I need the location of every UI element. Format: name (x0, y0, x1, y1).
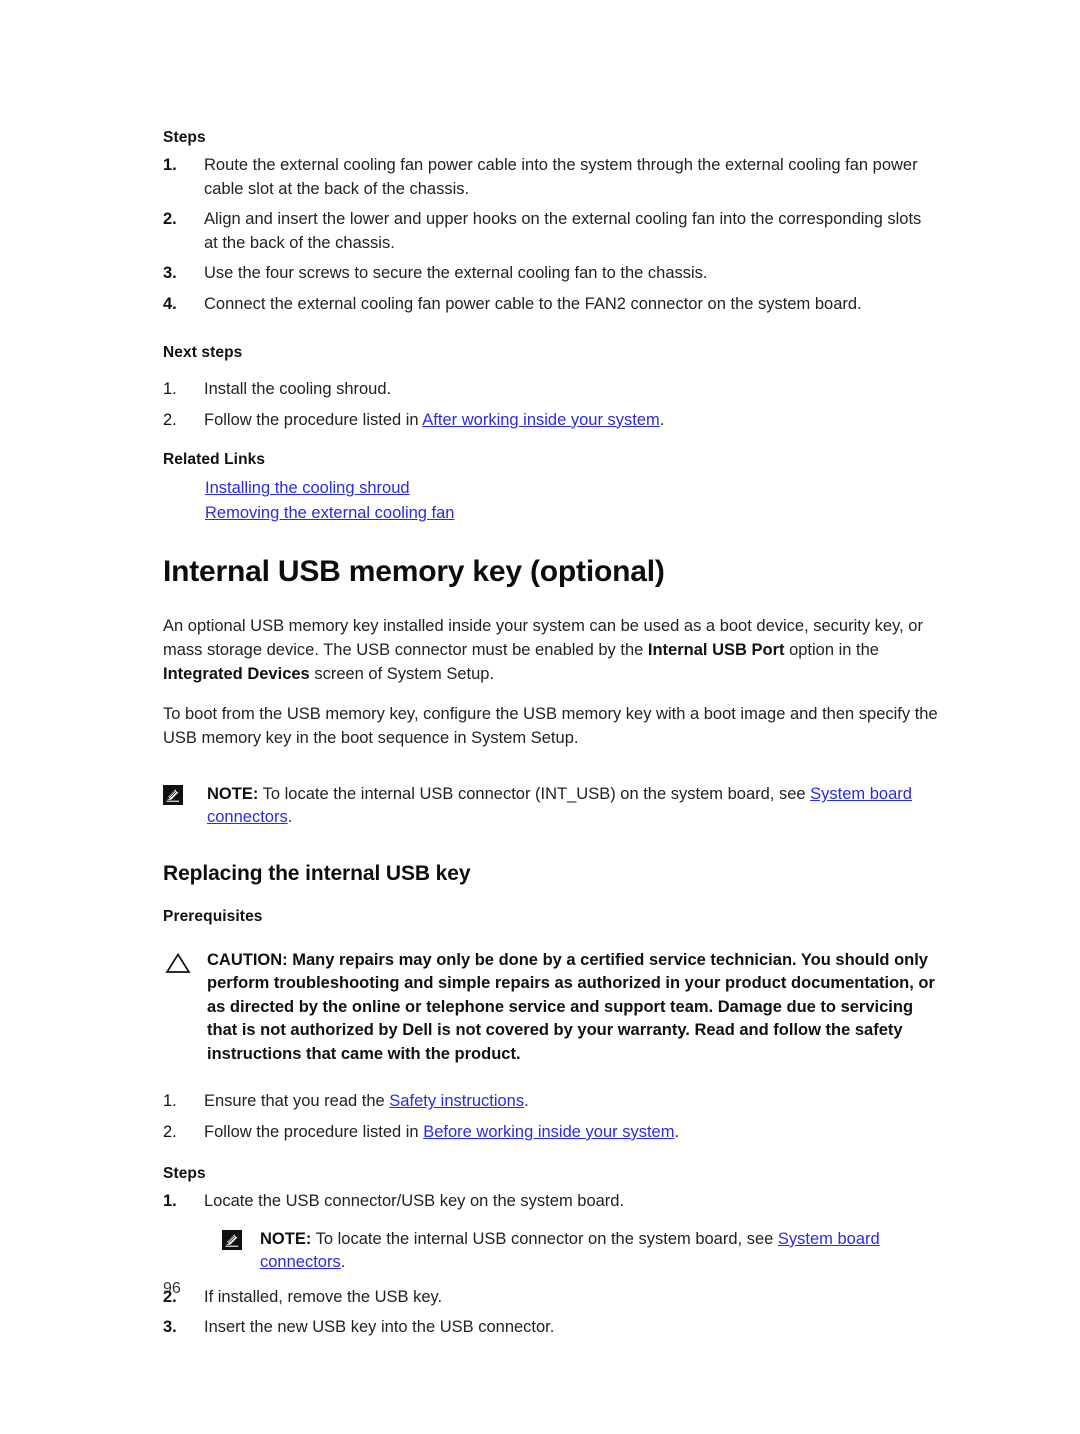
caution-callout: CAUTION: Many repairs may only be done b… (163, 949, 938, 1067)
document-page: Steps 1. Route the external cooling fan … (0, 0, 1080, 1434)
list-item: 2. Follow the procedure listed in Before… (163, 1121, 938, 1145)
list-item-number: 1. (163, 1092, 177, 1111)
list-item: 1. Ensure that you read the Safety instr… (163, 1090, 938, 1114)
list-item: Installing the cooling shroud (205, 476, 938, 500)
list-item-text: Follow the procedure listed in (204, 1122, 424, 1141)
usb-boot-paragraph: To boot from the USB memory key, configu… (163, 705, 938, 748)
link-removing-the-external-cooling-fan[interactable]: Removing the external cooling fan (205, 504, 454, 522)
list-item-number: 1. (163, 156, 177, 175)
page-content: Steps 1. Route the external cooling fan … (163, 128, 938, 1347)
list-item-number: 4. (163, 294, 177, 313)
steps-heading: Steps (163, 129, 206, 146)
paragraph-part: screen of System Setup. (309, 665, 495, 684)
list-item-number: 2. (163, 410, 177, 429)
prerequisites-heading: Prerequisites (163, 907, 263, 925)
link-installing-the-cooling-shroud[interactable]: Installing the cooling shroud (205, 479, 410, 497)
replace-steps-heading: Steps (163, 1165, 206, 1183)
list-item-text: Install the cooling shroud. (204, 380, 392, 399)
list-item-text-tail: . (674, 1122, 680, 1141)
note-text-tail: . (340, 1252, 346, 1271)
list-item: 2. Follow the procedure listed in After … (163, 409, 938, 433)
usb-intro-paragraph: An optional USB memory key installed ins… (163, 614, 938, 686)
list-item-number: 3. (163, 264, 177, 283)
related-links-heading: Related Links (163, 451, 266, 469)
note-callout-nested: NOTE: To locate the internal USB connect… (204, 1228, 938, 1274)
page-number: 96 (163, 1280, 181, 1297)
list-item-text-tail: . (659, 410, 665, 429)
list-item-number: 1. (163, 1192, 177, 1211)
list-item: 3. Use the four screws to secure the ext… (163, 262, 938, 286)
list-item-number: 3. (163, 1318, 177, 1337)
note-text: To locate the internal USB connector (IN… (258, 785, 811, 804)
list-item: 2. Align and insert the lower and upper … (163, 208, 938, 255)
list-item-text: If installed, remove the USB key. (204, 1287, 443, 1306)
note-callout: NOTE: To locate the internal USB connect… (163, 783, 938, 829)
list-item: 1. Locate the USB connector/USB key on t… (163, 1190, 938, 1214)
list-item-number: 1. (163, 380, 177, 399)
note-label: NOTE: (260, 1229, 312, 1248)
emphasis-internal-usb-port: Internal USB Port (647, 641, 785, 660)
caution-triangle-icon (165, 952, 191, 974)
caution-text: CAUTION: Many repairs may only be done b… (207, 950, 935, 1063)
section-title-replacing-usb-key: Replacing the internal USB key (163, 862, 471, 886)
paragraph-part: option in the (784, 641, 879, 660)
link-safety-instructions[interactable]: Safety instructions (389, 1092, 524, 1110)
list-item-text: Insert the new USB key into the USB conn… (204, 1318, 555, 1337)
note-text-tail: . (287, 808, 293, 827)
list-item-text: Follow the procedure listed in (204, 410, 423, 429)
link-after-working-inside-your-system[interactable]: After working inside your system (422, 411, 660, 429)
replace-steps-list-continued: 2. If installed, remove the USB key. 3. … (163, 1286, 938, 1340)
list-item: 4. Connect the external cooling fan powe… (163, 293, 938, 317)
next-steps-list: 1. Install the cooling shroud. 2. Follow… (163, 378, 938, 432)
note-text: To locate the internal USB connector on … (311, 1229, 778, 1248)
list-item: 3. Insert the new USB key into the USB c… (163, 1316, 938, 1340)
list-item-text: Use the four screws to secure the extern… (204, 264, 708, 283)
next-steps-heading: Next steps (163, 344, 243, 362)
list-item-text: Route the external cooling fan power cab… (204, 156, 918, 198)
fan-steps-list: 1. Route the external cooling fan power … (163, 154, 938, 316)
page-title: Internal USB memory key (optional) (163, 555, 665, 589)
list-item: Removing the external cooling fan (205, 501, 938, 525)
related-links-list: Installing the cooling shroud Removing t… (163, 476, 938, 525)
list-item-text-tail: . (524, 1092, 529, 1111)
link-before-working-inside-your-system[interactable]: Before working inside your system (423, 1123, 674, 1141)
list-item: 2. If installed, remove the USB key. (163, 1286, 938, 1310)
emphasis-integrated-devices: Integrated Devices (163, 665, 310, 684)
list-item-number: 2. (163, 1122, 177, 1141)
note-pencil-icon (163, 785, 183, 806)
list-item: 1. Install the cooling shroud. (163, 378, 938, 402)
note-pencil-icon (222, 1229, 242, 1250)
list-item-number: 2. (163, 210, 177, 229)
list-item: 1. Route the external cooling fan power … (163, 154, 938, 201)
note-label: NOTE: (207, 785, 259, 804)
list-item-text: Align and insert the lower and upper hoo… (204, 210, 922, 252)
replace-steps-list: 1. Locate the USB connector/USB key on t… (163, 1190, 938, 1214)
list-item-text: Connect the external cooling fan power c… (204, 294, 862, 313)
prerequisite-steps-list: 1. Ensure that you read the Safety instr… (163, 1090, 938, 1144)
list-item-text: Ensure that you read the (204, 1092, 390, 1111)
list-item-text: Locate the USB connector/USB key on the … (204, 1192, 625, 1211)
